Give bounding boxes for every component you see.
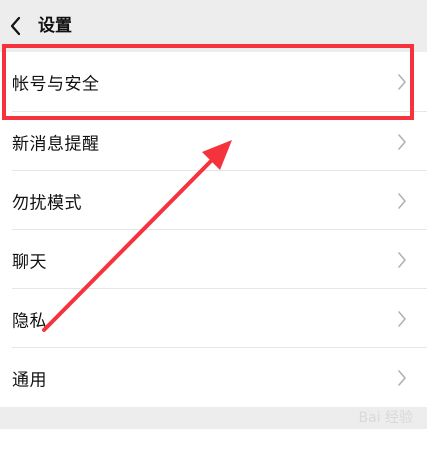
settings-item-general[interactable]: 通用 — [0, 348, 427, 407]
highlight-box — [2, 44, 414, 120]
chevron-right-icon — [398, 133, 406, 150]
next-settings-section — [0, 429, 427, 449]
settings-item-label: 勿扰模式 — [12, 193, 82, 213]
page-title: 设置 — [38, 16, 72, 36]
chevron-right-icon — [398, 310, 406, 327]
settings-item-do-not-disturb[interactable]: 勿扰模式 — [0, 171, 427, 230]
settings-item-label: 聊天 — [12, 252, 47, 272]
chevron-right-icon — [398, 251, 406, 268]
settings-item-new-message-alerts[interactable]: 新消息提醒 — [0, 112, 427, 171]
chevron-right-icon — [398, 192, 406, 209]
settings-item-label: 隐私 — [12, 311, 47, 331]
watermark: Bai 经验 — [358, 410, 413, 426]
chevron-right-icon — [398, 369, 406, 386]
settings-item-privacy[interactable]: 隐私 — [0, 289, 427, 348]
settings-page: 设置 帐号与安全 新消息提醒 勿扰模式 聊天 隐私 通用 Bai 经验 — [0, 0, 427, 449]
settings-item-chat[interactable]: 聊天 — [0, 230, 427, 289]
settings-item-label: 新消息提醒 — [12, 134, 100, 154]
settings-item-label: 通用 — [12, 370, 47, 390]
chevron-left-icon[interactable] — [8, 14, 24, 38]
